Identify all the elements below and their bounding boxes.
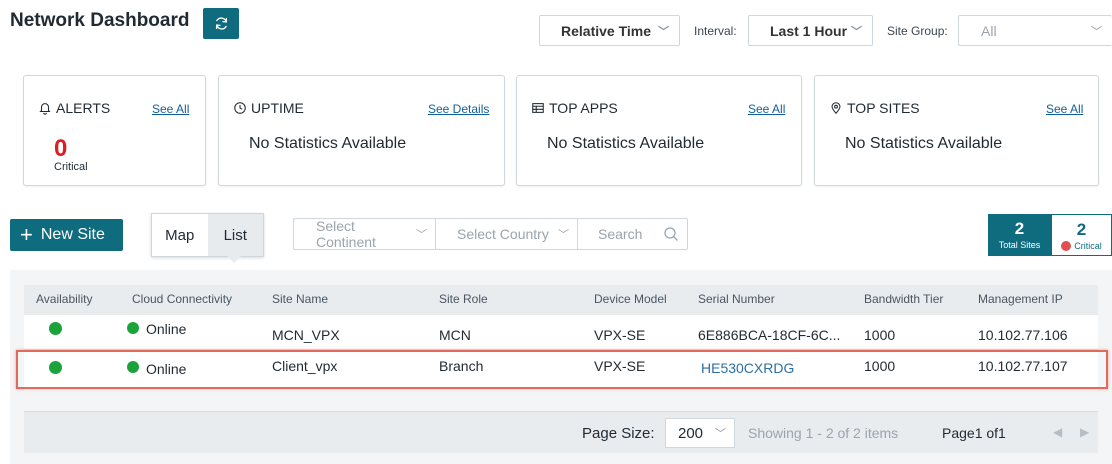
top-apps-empty-message: No Statistics Available bbox=[547, 135, 705, 152]
column-header-site-role[interactable]: Site Role bbox=[439, 292, 488, 306]
alerts-count: 0 bbox=[54, 135, 68, 162]
critical-sites-count: 2 bbox=[1076, 220, 1087, 239]
search-input[interactable]: Search bbox=[577, 218, 688, 250]
interval-value: Last 1 Hour bbox=[770, 22, 848, 39]
uptime-see-details-link[interactable]: See Details bbox=[428, 102, 489, 116]
total-sites-stat[interactable]: 2 Total Sites bbox=[988, 214, 1051, 256]
uptime-card-title: UPTIME bbox=[233, 100, 304, 116]
row1-serial-number: 6E886BCA-18CF-6C... bbox=[698, 327, 841, 343]
alerts-severity: Critical bbox=[54, 161, 88, 173]
active-view-pointer bbox=[227, 256, 241, 263]
total-sites-label: Total Sites bbox=[998, 240, 1041, 250]
alerts-card: ALERTS See All 0 Critical bbox=[23, 75, 206, 186]
refresh-icon bbox=[215, 17, 227, 30]
interval-select[interactable]: Last 1 Hour ﹀ bbox=[748, 15, 873, 46]
alerts-card-title: ALERTS bbox=[38, 100, 110, 116]
chevron-down-icon: ﹀ bbox=[658, 25, 669, 38]
row1-site-name[interactable]: MCN_VPX bbox=[272, 327, 340, 343]
page-indicator: Page1 of1 bbox=[942, 425, 1006, 441]
critical-status-icon bbox=[1061, 241, 1072, 251]
top-sites-empty-message: No Statistics Available bbox=[845, 135, 1003, 152]
chevron-down-icon: ﹀ bbox=[1091, 25, 1102, 38]
row1-device-model: VPX-SE bbox=[594, 327, 646, 343]
column-header-cloud-connectivity[interactable]: Cloud Connectivity bbox=[132, 292, 232, 306]
refresh-button[interactable] bbox=[203, 8, 239, 39]
row1-management-ip: 10.102.77.106 bbox=[978, 327, 1068, 343]
country-select[interactable]: Select Country ﹀ bbox=[435, 218, 578, 250]
chevron-down-icon: ﹀ bbox=[851, 25, 862, 38]
site-group-value: All bbox=[981, 22, 997, 39]
chevron-down-icon: ﹀ bbox=[715, 428, 726, 440]
column-header-site-name[interactable]: Site Name bbox=[272, 292, 328, 306]
chevron-down-icon: ﹀ bbox=[558, 229, 569, 241]
previous-page-icon[interactable]: ◀ bbox=[1053, 425, 1062, 439]
showing-items-text: Showing 1 - 2 of 2 items bbox=[748, 425, 899, 441]
uptime-card: UPTIME See Details No Statistics Availab… bbox=[218, 75, 505, 186]
view-toggle: Map List bbox=[151, 213, 264, 257]
table-icon bbox=[532, 103, 544, 113]
page-title: Network Dashboard bbox=[10, 10, 190, 31]
time-mode-value: Relative Time bbox=[561, 22, 652, 39]
new-site-button[interactable]: + New Site bbox=[10, 219, 123, 251]
site-group-select[interactable]: All ﹀ bbox=[958, 15, 1112, 46]
critical-sites-stat[interactable]: 2 Critical bbox=[1051, 214, 1112, 256]
top-sites-see-all-link[interactable]: See All bbox=[1046, 102, 1083, 116]
page-size-label: Page Size: bbox=[582, 425, 655, 442]
column-header-device-model[interactable]: Device Model bbox=[594, 292, 667, 306]
plus-icon: + bbox=[20, 222, 33, 247]
uptime-empty-message: No Statistics Available bbox=[249, 135, 407, 152]
column-header-serial-number[interactable]: Serial Number bbox=[698, 292, 775, 306]
column-header-availability[interactable]: Availability bbox=[36, 292, 92, 306]
row-highlight bbox=[16, 350, 1108, 389]
column-header-bandwidth-tier[interactable]: Bandwidth Tier bbox=[864, 292, 943, 306]
page-size-select[interactable]: 200 ﹀ bbox=[665, 418, 735, 448]
top-apps-card-title: TOP APPS bbox=[531, 100, 618, 116]
top-sites-card-title: TOP SITES bbox=[829, 100, 920, 116]
location-pin-icon bbox=[831, 102, 841, 115]
row1-connectivity: Online bbox=[146, 321, 187, 337]
availability-status-icon bbox=[49, 322, 62, 335]
top-apps-card: TOP APPS See All No Statistics Available bbox=[516, 75, 802, 186]
map-view-button[interactable]: Map bbox=[152, 214, 208, 256]
top-sites-card: TOP SITES See All No Statistics Availabl… bbox=[814, 75, 1099, 186]
alerts-see-all-link[interactable]: See All bbox=[152, 102, 189, 116]
clock-icon bbox=[234, 102, 246, 114]
time-mode-select[interactable]: Relative Time ﹀ bbox=[539, 15, 680, 46]
row1-bandwidth-tier: 1000 bbox=[864, 327, 896, 343]
bell-icon bbox=[39, 103, 51, 115]
site-group-label: Site Group: bbox=[887, 24, 948, 38]
continent-select[interactable]: Select Continent ﹀ bbox=[293, 218, 436, 250]
top-apps-see-all-link[interactable]: See All bbox=[748, 102, 785, 116]
pagination-bar bbox=[24, 411, 1098, 453]
list-view-button[interactable]: List bbox=[207, 214, 263, 256]
online-status-icon bbox=[127, 322, 139, 334]
chevron-down-icon: ﹀ bbox=[416, 229, 427, 241]
interval-label: Interval: bbox=[694, 24, 737, 38]
next-page-icon[interactable]: ▶ bbox=[1080, 425, 1089, 439]
total-sites-count: 2 bbox=[1014, 219, 1025, 238]
critical-sites-label: Critical bbox=[1074, 241, 1102, 251]
row1-site-role: MCN bbox=[439, 327, 471, 343]
column-header-management-ip[interactable]: Management IP bbox=[978, 292, 1063, 306]
search-icon bbox=[664, 227, 678, 241]
